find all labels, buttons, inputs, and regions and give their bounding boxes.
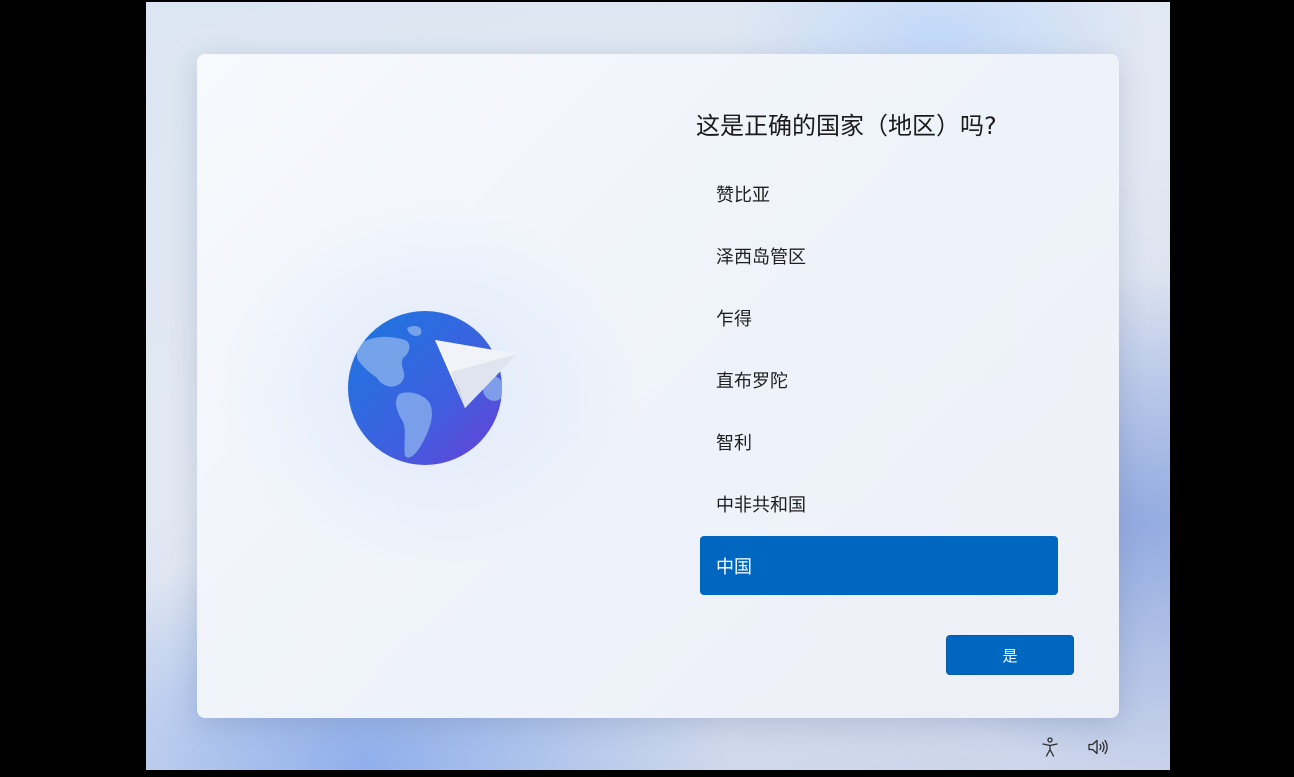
region-option[interactable]: 直布罗陀: [700, 350, 1058, 409]
globe-with-paper-plane-icon: [348, 311, 517, 465]
region-option[interactable]: 智利: [700, 412, 1058, 471]
setup-dialog: 这是正确的国家（地区）吗? 赞比亚 泽西岛管区 乍得 直布罗陀 智利 中非共和国…: [197, 54, 1119, 718]
yes-button[interactable]: 是: [946, 635, 1074, 675]
page-title: 这是正确的国家（地区）吗?: [696, 112, 997, 140]
region-option[interactable]: 中非共和国: [700, 474, 1058, 533]
region-option[interactable]: 乍得: [700, 288, 1058, 347]
region-list[interactable]: 赞比亚 泽西岛管区 乍得 直布罗陀 智利 中非共和国 中国: [700, 164, 1058, 598]
region-option[interactable]: 赞比亚: [700, 164, 1058, 223]
accessibility-icon[interactable]: [1039, 736, 1061, 758]
region-option[interactable]: 泽西岛管区: [700, 226, 1058, 285]
region-option-selected[interactable]: 中国: [700, 536, 1058, 595]
oobe-screen: 这是正确的国家（地区）吗? 赞比亚 泽西岛管区 乍得 直布罗陀 智利 中非共和国…: [146, 2, 1170, 770]
volume-icon[interactable]: [1087, 736, 1109, 758]
